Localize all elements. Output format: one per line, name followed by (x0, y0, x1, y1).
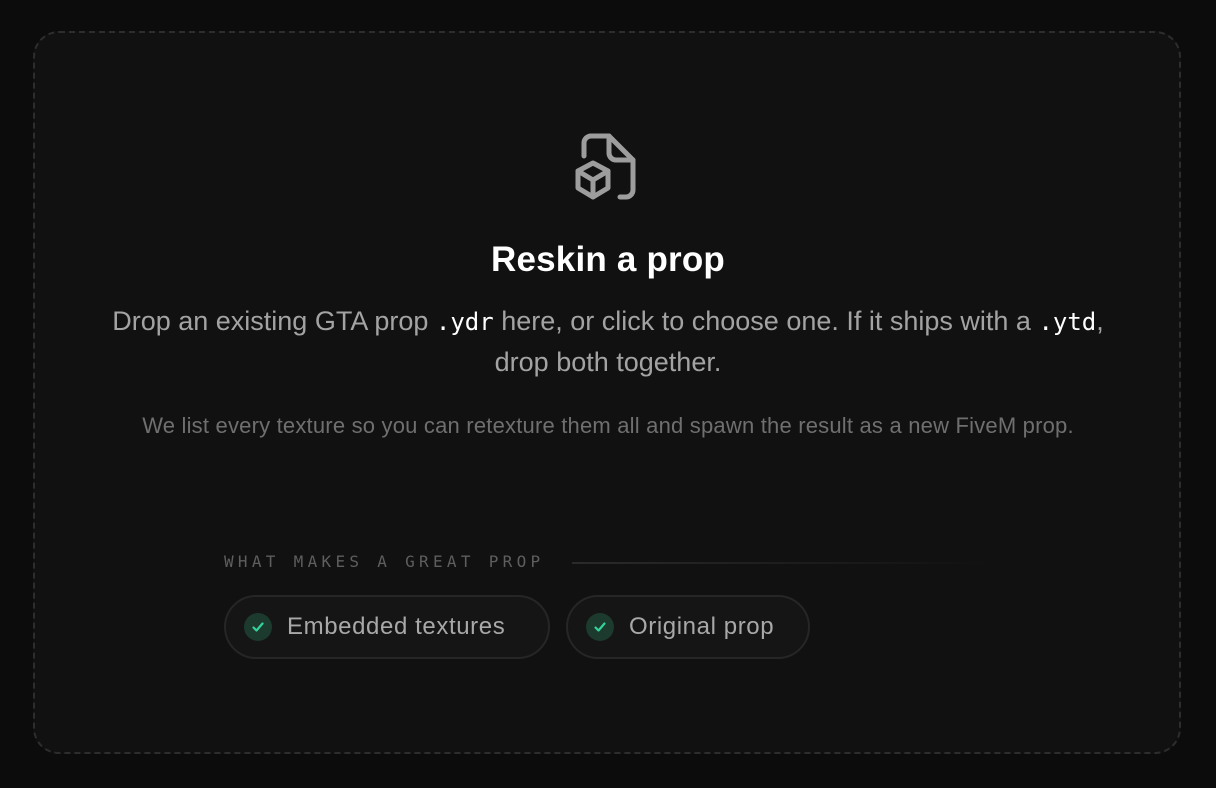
ytd-extension: .ytd (1038, 308, 1097, 336)
instructions-text: here, or click to choose one. If it ship… (493, 306, 1039, 336)
check-icon (244, 613, 272, 641)
ydr-extension: .ydr (435, 308, 494, 336)
criteria-divider (572, 562, 992, 564)
criteria-chip-embedded-textures: Embedded textures (224, 595, 550, 659)
criteria-chip-original-prop: Original prop (566, 595, 810, 659)
file-box-icon (575, 133, 636, 200)
instructions-text: Drop an existing GTA prop (112, 306, 436, 336)
dropzone-instructions: Drop an existing GTA prop .ydr here, or … (108, 301, 1108, 382)
criteria-chip-label: Embedded textures (287, 613, 506, 640)
dropzone-description: We list every texture so you can retextu… (142, 413, 1074, 438)
criteria-chip-label: Original prop (629, 613, 775, 640)
check-icon (586, 613, 614, 641)
criteria-heading: WHAT MAKES A GREAT PROP (224, 552, 545, 571)
page-title: Reskin a prop (490, 240, 726, 279)
